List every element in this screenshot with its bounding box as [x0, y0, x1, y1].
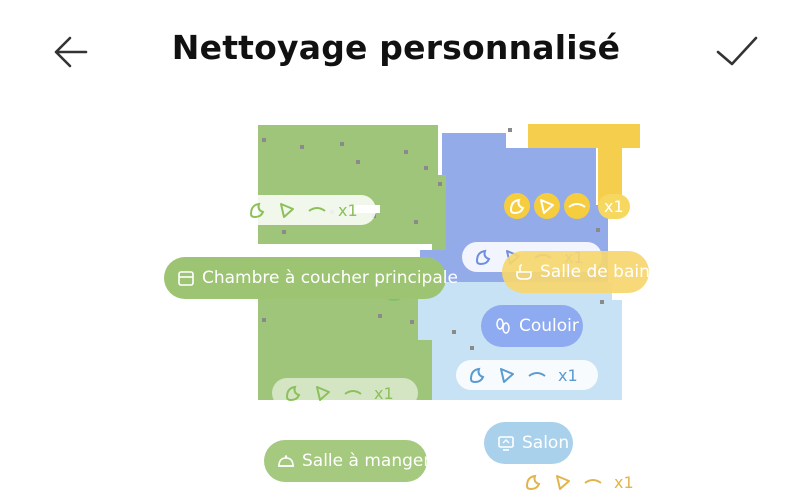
route-icon	[524, 362, 550, 388]
room-label-master-bedroom[interactable]: Chambre à coucher principale	[164, 257, 458, 299]
water-icon	[494, 362, 520, 388]
suction-icon	[504, 193, 530, 219]
route-icon	[340, 380, 366, 406]
suction-icon	[464, 362, 490, 388]
cleaning-count: x1	[338, 200, 358, 220]
room-label-corridor[interactable]: Couloir	[481, 305, 583, 347]
room-name: Couloir	[519, 316, 579, 336]
mode-pill-living-room[interactable]: x1	[456, 360, 598, 390]
suction-icon	[520, 469, 546, 495]
mode-pill-bathroom[interactable]: x1	[500, 191, 650, 221]
checkmark-icon	[716, 36, 758, 66]
route-icon	[564, 193, 590, 219]
route-icon	[304, 197, 330, 223]
bed-icon	[178, 271, 194, 286]
room-label-bathroom[interactable]: Salle de bain	[502, 251, 650, 293]
footprints-icon	[496, 318, 510, 334]
room-name: Salon	[522, 433, 570, 453]
cleaning-count: x1	[558, 365, 578, 385]
arrow-left-icon	[54, 36, 88, 68]
mode-pill-living-room-bottom[interactable]: x1	[512, 467, 652, 497]
bathtub-icon	[516, 264, 532, 280]
route-icon	[580, 469, 606, 495]
room-name: Salle à manger	[302, 451, 431, 471]
room-area-master-bedroom	[258, 125, 446, 250]
suction-icon	[470, 244, 496, 270]
water-icon	[550, 469, 576, 495]
mode-pill-dining-room[interactable]: x1	[272, 378, 418, 408]
cleaning-count: x1	[598, 193, 630, 219]
room-label-dining-room[interactable]: Salle à manger	[264, 440, 431, 482]
suction-icon	[280, 380, 306, 406]
cleaning-count: x1	[614, 472, 634, 492]
page-title: Nettoyage personnalisé	[171, 28, 621, 67]
room-name: Chambre à coucher principale	[202, 268, 458, 288]
tv-icon	[498, 436, 514, 451]
water-icon	[274, 197, 300, 223]
back-button[interactable]	[46, 30, 94, 74]
room-label-living-room[interactable]: Salon	[484, 422, 573, 464]
room-name: Salle de bain	[540, 262, 650, 282]
header-bar: Nettoyage personnalisé	[0, 0, 792, 100]
mode-pill-master-bedroom[interactable]: x1	[236, 195, 376, 225]
map-rooms	[258, 124, 640, 400]
water-icon	[534, 193, 560, 219]
water-icon	[310, 380, 336, 406]
suction-icon	[244, 197, 270, 223]
floor-map[interactable]: x1 x1 Chambre à coucher principale Salle…	[0, 95, 792, 497]
cloche-icon	[278, 455, 294, 467]
confirm-button[interactable]	[712, 30, 762, 74]
